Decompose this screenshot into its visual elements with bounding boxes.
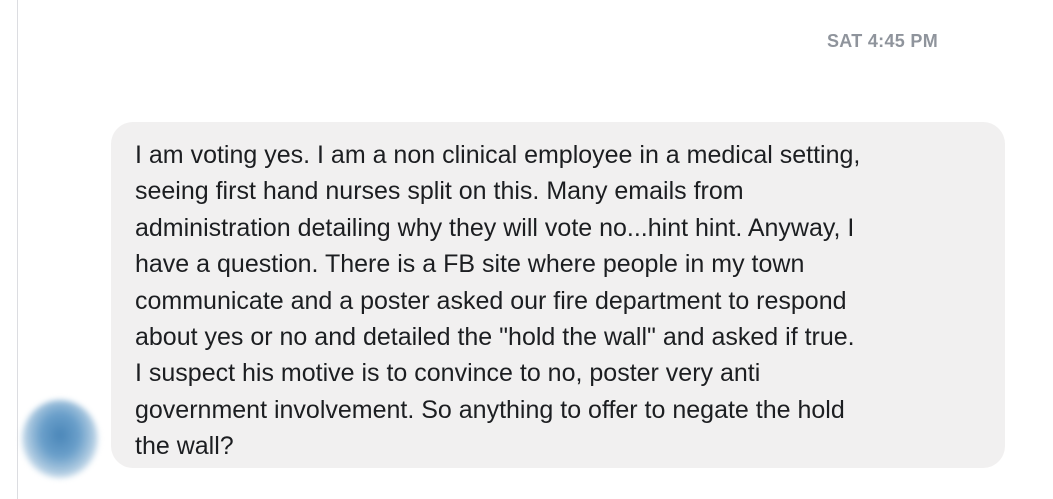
message-line: seeing first hand nurses split on this. …	[135, 177, 744, 206]
message-line: about yes or no and detailed the "hold t…	[135, 323, 855, 352]
message-line: government involvement. So anything to o…	[135, 395, 845, 424]
message-line: the wall?	[135, 432, 234, 461]
message-bubble[interactable]: I am voting yes. I am a non clinical emp…	[111, 122, 1005, 468]
message-line: I suspect his motive is to convince to n…	[135, 359, 761, 388]
message-timestamp: SAT 4:45 PM	[827, 31, 938, 51]
conversation-left-border	[17, 0, 18, 499]
sender-avatar[interactable]	[22, 400, 98, 478]
message-line: I am voting yes. I am a non clinical emp…	[135, 141, 861, 169]
message-line: administration detailing why they will v…	[135, 213, 855, 242]
message-line: have a question. There is a FB site wher…	[135, 250, 805, 279]
message-line: communicate and a poster asked our fire …	[135, 286, 847, 315]
